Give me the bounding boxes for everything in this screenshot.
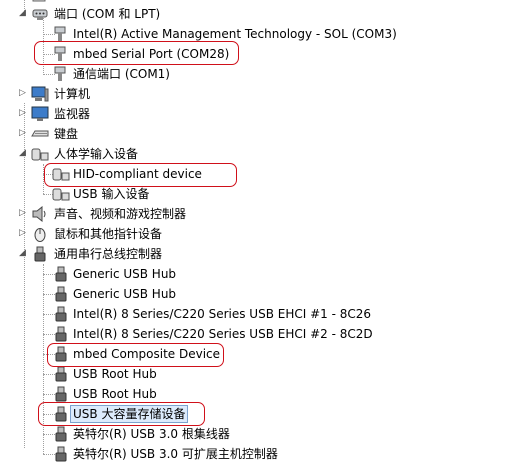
port-plug-icon bbox=[54, 66, 66, 81]
category-hid[interactable]: ◢ 人体学输入设备 bbox=[0, 144, 516, 164]
tree-item-port[interactable]: 通信端口 (COM1) bbox=[0, 64, 516, 84]
mouse-icon bbox=[34, 228, 46, 242]
tree-item-usb[interactable]: 英特尔(R) USB 3.0 可扩展主机控制器 bbox=[0, 444, 516, 464]
usb-plug-icon bbox=[55, 266, 67, 282]
tree-item-port[interactable]: mbed Serial Port (COM28) bbox=[0, 44, 516, 64]
category-keyboard[interactable]: ▷ 键盘 bbox=[0, 124, 516, 144]
usb-plug-icon bbox=[55, 366, 67, 382]
category-computer[interactable]: ▷ 计算机 bbox=[0, 84, 516, 104]
device-label: Intel(R) 8 Series/C220 Series USB EHCI #… bbox=[73, 307, 372, 321]
usb-plug-icon bbox=[55, 406, 67, 422]
category-label: 计算机 bbox=[54, 87, 91, 101]
category-label: 端口 (COM 和 LPT) bbox=[54, 7, 161, 21]
usb-plug-icon bbox=[55, 306, 67, 322]
expand-arrow-icon[interactable]: ▷ bbox=[18, 88, 27, 99]
category-label: 鼠标和其他指针设备 bbox=[54, 227, 163, 241]
tree-item-usb-selected[interactable]: USB 大容量存储设备 bbox=[0, 404, 516, 424]
tree-item-usb[interactable]: mbed Composite Device bbox=[0, 344, 516, 364]
expand-arrow-icon[interactable]: ▷ bbox=[18, 108, 27, 119]
category-mouse[interactable]: ▷ 鼠标和其他指针设备 bbox=[0, 224, 516, 244]
usb-plug-icon bbox=[55, 446, 67, 462]
category-usb[interactable]: ◢ 通用串行总线控制器 bbox=[0, 244, 516, 264]
tree-item-usb[interactable]: USB Root Hub bbox=[0, 364, 516, 384]
usb-plug-icon bbox=[34, 246, 46, 262]
device-label: 英特尔(R) USB 3.0 可扩展主机控制器 bbox=[73, 447, 278, 461]
device-label: 通信端口 (COM1) bbox=[73, 67, 170, 81]
tree-item-hid[interactable]: HID-compliant device bbox=[0, 164, 516, 184]
expand-arrow-icon[interactable]: ▷ bbox=[18, 208, 27, 219]
category-label: 人体学输入设备 bbox=[54, 147, 139, 161]
category-label: 监视器 bbox=[54, 107, 91, 121]
category-monitor[interactable]: ▷ 监视器 bbox=[0, 104, 516, 124]
device-label: Generic USB Hub bbox=[73, 287, 177, 301]
usb-plug-icon bbox=[55, 286, 67, 302]
tree-item-usb[interactable]: Intel(R) 8 Series/C220 Series USB EHCI #… bbox=[0, 304, 516, 324]
hid-device-icon bbox=[52, 188, 70, 201]
collapse-arrow-icon[interactable]: ◢ bbox=[18, 248, 27, 259]
computer-icon bbox=[31, 86, 49, 102]
category-ports[interactable]: ◢ 端口 (COM 和 LPT) bbox=[0, 4, 516, 24]
hid-device-icon bbox=[52, 168, 70, 181]
tree-item-port[interactable]: Intel(R) Active Management Technology - … bbox=[0, 24, 516, 44]
tree-item-hid[interactable]: USB 输入设备 bbox=[0, 184, 516, 204]
tree-item-usb[interactable]: Generic USB Hub bbox=[0, 284, 516, 304]
tree-item-usb[interactable]: Generic USB Hub bbox=[0, 264, 516, 284]
tree-item-usb[interactable]: 英特尔(R) USB 3.0 根集线器 bbox=[0, 424, 516, 444]
device-label: USB 大容量存储设备 bbox=[70, 405, 189, 423]
category-label: 通用串行总线控制器 bbox=[54, 247, 163, 261]
expand-arrow-icon[interactable]: ▷ bbox=[18, 228, 27, 239]
device-label: USB Root Hub bbox=[73, 367, 157, 381]
port-icon bbox=[32, 9, 48, 20]
monitor-icon bbox=[31, 106, 49, 121]
port-plug-icon bbox=[54, 26, 66, 41]
device-label: mbed Serial Port (COM28) bbox=[73, 47, 230, 61]
usb-plug-icon bbox=[55, 326, 67, 342]
collapse-arrow-icon[interactable]: ◢ bbox=[18, 8, 27, 19]
usb-plug-icon bbox=[55, 386, 67, 402]
device-label: HID-compliant device bbox=[73, 167, 202, 181]
device-label: 英特尔(R) USB 3.0 根集线器 bbox=[73, 427, 230, 441]
device-manager-tree: ◢ 端口 (COM 和 LPT) Intel(R) Active Managem… bbox=[0, 0, 516, 467]
port-plug-icon bbox=[54, 46, 66, 61]
device-label: Generic USB Hub bbox=[73, 267, 177, 281]
device-label: USB Root Hub bbox=[73, 387, 157, 401]
usb-plug-icon bbox=[55, 346, 67, 362]
category-sound[interactable]: ▷ 声音、视频和游戏控制器 bbox=[0, 204, 516, 224]
device-label: USB 输入设备 bbox=[73, 187, 150, 201]
tree-item-usb[interactable]: USB Root Hub bbox=[0, 384, 516, 404]
keyboard-icon bbox=[31, 130, 49, 137]
collapse-arrow-icon[interactable]: ◢ bbox=[18, 148, 27, 159]
category-label: 键盘 bbox=[54, 127, 79, 141]
expand-arrow-icon[interactable]: ▷ bbox=[18, 128, 27, 139]
device-label: Intel(R) Active Management Technology - … bbox=[73, 27, 397, 41]
speaker-icon bbox=[32, 206, 46, 222]
device-label: mbed Composite Device bbox=[73, 347, 221, 361]
tree-item-usb[interactable]: Intel(R) 8 Series/C220 Series USB EHCI #… bbox=[0, 324, 516, 344]
usb-plug-icon bbox=[55, 426, 67, 442]
device-label: Intel(R) 8 Series/C220 Series USB EHCI #… bbox=[73, 327, 373, 341]
hid-icon bbox=[31, 148, 49, 161]
category-label: 声音、视频和游戏控制器 bbox=[54, 207, 187, 221]
